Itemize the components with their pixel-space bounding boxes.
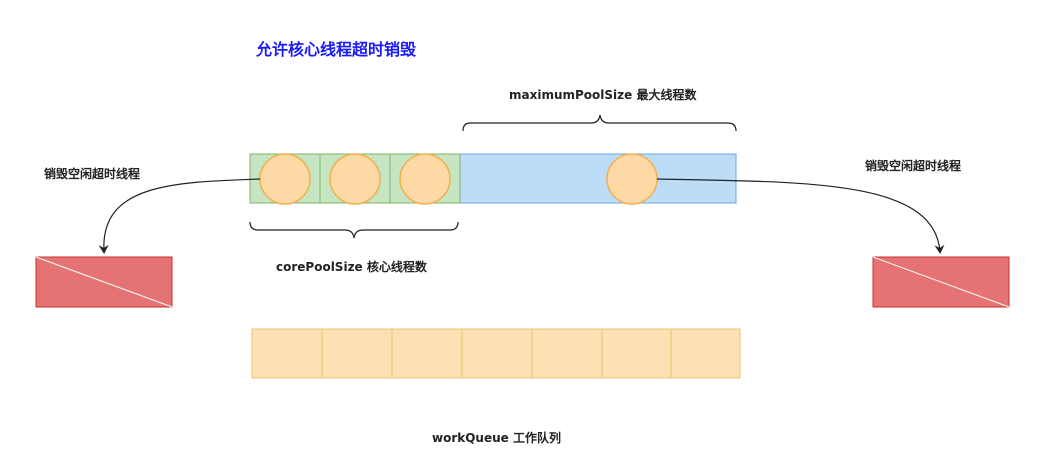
- destroyed-thread-box-left: [35, 256, 173, 308]
- core-thread: [259, 153, 311, 205]
- thread-pool-diagram: [35, 114, 1010, 379]
- extra-thread: [606, 153, 658, 205]
- core-thread: [399, 153, 451, 205]
- queue-slot: [461, 328, 533, 379]
- core-pool-brace: [249, 221, 459, 239]
- destroy-arrow-left: [98, 178, 261, 254]
- queue-slot: [531, 328, 603, 379]
- queue-slot: [601, 328, 672, 379]
- queue-slot: [251, 328, 323, 379]
- destroyed-thread-box-right: [872, 256, 1010, 308]
- maximum-pool-area: [459, 153, 737, 204]
- queue-slot: [670, 328, 741, 379]
- queue-slot: [321, 328, 393, 379]
- work-queue: [251, 328, 741, 379]
- maximum-pool-brace: [462, 114, 737, 132]
- queue-slot: [391, 328, 463, 379]
- core-thread: [329, 153, 381, 205]
